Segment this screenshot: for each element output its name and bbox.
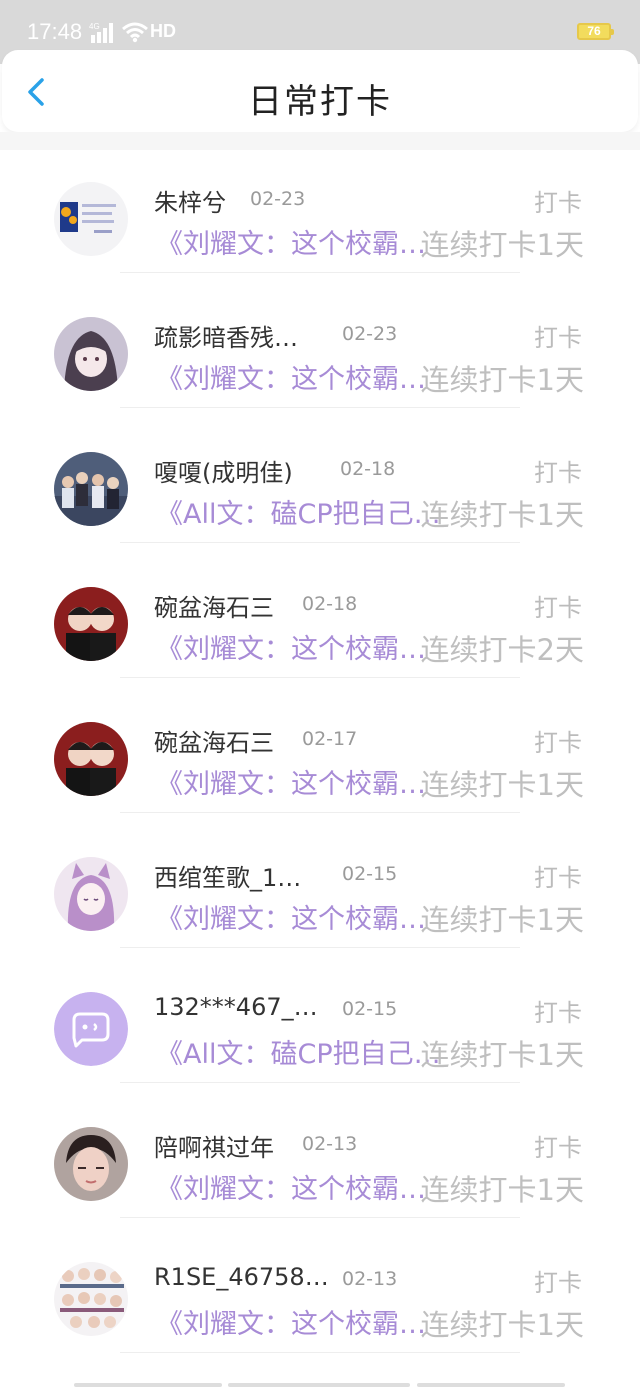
signal-icon: 4G xyxy=(89,22,113,43)
checkin-row[interactable]: 疏影暗香残… 02-23 打卡《刘耀文：这个校霸… 连续打卡1天 xyxy=(0,285,640,420)
row-divider xyxy=(120,407,520,408)
user-name: 碗盆海石三 xyxy=(154,729,274,757)
checkin-label: 打卡 xyxy=(534,324,582,352)
checkin-date: 02-23 xyxy=(342,323,398,345)
avatar[interactable] xyxy=(54,857,128,931)
user-name: 嗄嗄(成明佳) xyxy=(154,459,293,487)
checkin-label: 打卡 xyxy=(534,1134,582,1162)
streak-text: 连续打卡1天 xyxy=(420,498,584,532)
page-title: 日常打卡 xyxy=(248,82,392,122)
checkin-label: 打卡 xyxy=(534,459,582,487)
avatar[interactable] xyxy=(54,182,128,256)
streak-text: 连续打卡1天 xyxy=(420,1173,584,1207)
checkin-row[interactable]: 嗄嗄(成明佳) 02-18 打卡《All文：磕CP把自己… 连续打卡1天 xyxy=(0,420,640,555)
checkin-list: 朱梓兮 02-23 打卡 《刘耀文：这个校霸… 连续打卡1天 疏影暗香残… 02-23 打卡《… xyxy=(0,150,640,1365)
battery-icon: 76 xyxy=(577,23,614,40)
avatar[interactable] xyxy=(54,587,128,661)
checkin-date: 02-15 xyxy=(342,863,398,885)
row-divider xyxy=(120,542,520,543)
checkin-date: 02-13 xyxy=(302,1133,358,1155)
user-name: 西绾笙歌_1… xyxy=(154,864,302,892)
row-divider xyxy=(120,272,520,273)
checkin-label: 打卡 xyxy=(534,594,582,622)
checkin-date: 02-17 xyxy=(302,728,358,750)
row-divider xyxy=(120,1082,520,1083)
checkin-label: 打卡 xyxy=(534,729,582,757)
streak-text: 连续打卡1天 xyxy=(420,1308,584,1342)
wifi-icon xyxy=(122,22,148,43)
book-title-link[interactable]: 《刘耀文：这个校霸… xyxy=(156,1302,426,1341)
streak-text: 连续打卡1天 xyxy=(420,768,584,802)
user-name: 疏影暗香残… xyxy=(154,324,298,352)
top-bar: 日常打卡 xyxy=(2,50,638,132)
checkin-date: 02-13 xyxy=(342,1268,398,1290)
streak-text: 连续打卡2天 xyxy=(420,633,584,667)
hd-indicator: HD xyxy=(150,21,176,41)
user-name: 碗盆海石三 xyxy=(154,594,274,622)
book-title-link[interactable]: 《刘耀文：这个校霸… xyxy=(156,1167,426,1206)
row-divider xyxy=(120,947,520,948)
user-name: 朱梓兮 xyxy=(154,189,226,217)
avatar[interactable] xyxy=(54,317,128,391)
avatar[interactable] xyxy=(54,1262,128,1336)
checkin-row[interactable]: 西绾笙歌_1… 02-15 打卡《刘耀文：这个校霸… 连续打卡1天 xyxy=(0,825,640,960)
checkin-label: 打卡 xyxy=(534,999,582,1027)
svg-text:4G: 4G xyxy=(89,22,100,31)
book-title-link[interactable]: 《刘耀文：这个校霸… xyxy=(156,357,426,396)
avatar[interactable] xyxy=(54,992,128,1066)
book-title-link[interactable]: 《刘耀文：这个校霸… xyxy=(156,627,426,666)
avatar[interactable] xyxy=(54,722,128,796)
checkin-date: 02-23 xyxy=(250,188,306,210)
battery-level: 76 xyxy=(587,24,601,38)
row-divider xyxy=(120,1352,520,1353)
streak-text: 连续打卡1天 xyxy=(420,363,584,397)
row-divider xyxy=(120,677,520,678)
streak-text: 连续打卡1天 xyxy=(420,228,584,262)
book-title-link[interactable]: 《All文：磕CP把自己… xyxy=(156,492,441,531)
streak-text: 连续打卡1天 xyxy=(420,1038,584,1072)
header-separator xyxy=(0,132,640,150)
bottom-indicators xyxy=(0,1380,640,1387)
checkin-label: 打卡 xyxy=(534,864,582,892)
book-title-link[interactable]: 《刘耀文：这个校霸… xyxy=(156,897,426,936)
checkin-row[interactable]: 碗盆海石三 02-17 打卡《刘耀文：这个校霸… 连续打卡1天 xyxy=(0,690,640,825)
avatar[interactable] xyxy=(54,1127,128,1201)
checkin-row[interactable]: 朱梓兮 02-23 打卡《刘耀文：这个校霸… 连续打卡1天 xyxy=(0,150,640,285)
book-title-link[interactable]: 《All文：磕CP把自己… xyxy=(156,1032,441,1071)
row-divider xyxy=(120,812,520,813)
checkin-row[interactable]: R1SE_46758… 02-13 打卡《刘耀文：这个校霸… 连续打卡1天 xyxy=(0,1230,640,1365)
checkin-label: 打卡 xyxy=(534,1269,582,1297)
user-name: 132***467_… xyxy=(154,993,318,1021)
streak-text: 连续打卡1天 xyxy=(420,903,584,937)
row-divider xyxy=(120,1217,520,1218)
user-name: R1SE_46758… xyxy=(154,1263,329,1291)
book-title-link[interactable]: 《刘耀文：这个校霸… xyxy=(156,222,426,261)
checkin-row[interactable]: 碗盆海石三 02-18 打卡《刘耀文：这个校霸… 连续打卡2天 xyxy=(0,555,640,690)
checkin-label: 打卡 xyxy=(534,189,582,217)
status-time: 17:48 xyxy=(27,19,83,44)
user-name: 陪啊祺过年 xyxy=(154,1134,274,1162)
checkin-row[interactable]: 132***467_… 02-15 打卡《All文：磕CP把自己… 连续打卡1天 xyxy=(0,960,640,1095)
checkin-date: 02-18 xyxy=(302,593,358,615)
checkin-date: 02-15 xyxy=(342,998,398,1020)
checkin-row[interactable]: 陪啊祺过年 02-13 打卡《刘耀文：这个校霸… 连续打卡1天 xyxy=(0,1095,640,1230)
checkin-date: 02-18 xyxy=(340,458,396,480)
avatar[interactable] xyxy=(54,452,128,526)
book-title-link[interactable]: 《刘耀文：这个校霸… xyxy=(156,762,426,801)
